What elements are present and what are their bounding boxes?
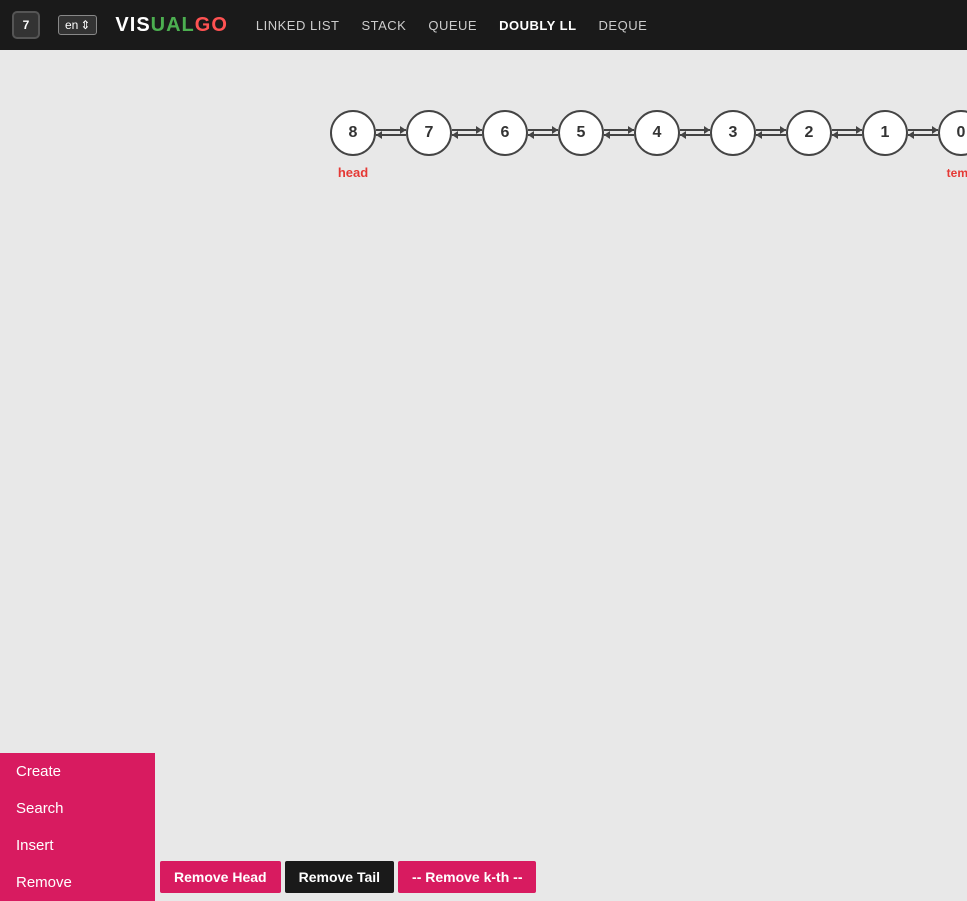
list-node-1: 1	[862, 110, 908, 156]
logo-go: GO	[195, 14, 228, 36]
list-node-0: 0temp/oldtail	[938, 110, 967, 156]
arrow-left-icon	[908, 134, 938, 136]
list-node-4: 4	[634, 110, 680, 156]
list-node-2: 2	[786, 110, 832, 156]
node-circle-1: 1	[862, 110, 908, 156]
node-circle-2: 2	[786, 110, 832, 156]
lang-arrow-icon: ⇕	[80, 18, 90, 32]
arrow-4	[680, 129, 710, 136]
arrow-7	[908, 129, 938, 136]
nav-deque[interactable]: DEQUE	[599, 18, 648, 33]
arrow-1	[452, 129, 482, 136]
badge-icon: 7	[12, 11, 40, 39]
list-node-5: 5	[558, 110, 604, 156]
remove-head-button[interactable]: Remove Head	[160, 861, 281, 893]
arrow-0	[376, 129, 406, 136]
node-circle-6: 6	[482, 110, 528, 156]
remove-tail-button[interactable]: Remove Tail	[285, 861, 394, 893]
arrow-5	[756, 129, 786, 136]
node-label-8: temp/oldtail	[947, 166, 967, 180]
node-circle-7: 7	[406, 110, 452, 156]
node-circle-3: 3	[710, 110, 756, 156]
badge-label: 7	[23, 18, 30, 32]
language-selector[interactable]: en ⇕	[58, 15, 97, 35]
nav-doubly-ll[interactable]: DOUBLY LL	[499, 18, 576, 33]
node-label-0: head	[338, 165, 368, 180]
node-circle-8: 8	[330, 110, 376, 156]
list-node-8: 8head	[330, 110, 376, 156]
list-node-7: 7	[406, 110, 452, 156]
sidebar-item-remove[interactable]: Remove	[0, 864, 155, 901]
sidebar-item-insert[interactable]: Insert	[0, 827, 155, 864]
arrow-2	[528, 129, 558, 136]
main-nav: LINKED LIST STACK QUEUE DOUBLY LL DEQUE	[256, 18, 647, 33]
site-logo: VISUALGO	[115, 14, 227, 37]
arrow-left-icon	[832, 134, 862, 136]
node-circle-5: 5	[558, 110, 604, 156]
action-buttons-group: Remove Head Remove Tail -- Remove k-th -…	[160, 861, 536, 893]
navbar: 7 en ⇕ VISUALGO LINKED LIST STACK QUEUE …	[0, 0, 967, 50]
arrow-left-icon	[452, 134, 482, 136]
list-node-3: 3	[710, 110, 756, 156]
logo-ual: UAL	[151, 14, 195, 36]
nav-stack[interactable]: STACK	[361, 18, 406, 33]
lang-label: en	[65, 18, 78, 32]
nav-queue[interactable]: QUEUE	[428, 18, 477, 33]
arrow-left-icon	[680, 134, 710, 136]
sidebar-item-search[interactable]: Search	[0, 790, 155, 827]
linked-list-visualization: 8head 7654321 0temp/oldtail	[330, 110, 967, 156]
nav-linked-list[interactable]: LINKED LIST	[256, 18, 340, 33]
sidebar-item-create[interactable]: Create	[0, 753, 155, 790]
arrow-6	[832, 129, 862, 136]
arrow-left-icon	[528, 134, 558, 136]
node-circle-0: 0	[938, 110, 967, 156]
arrow-left-icon	[376, 134, 406, 136]
arrow-left-icon	[604, 134, 634, 136]
logo-vis: VIS	[115, 14, 150, 36]
list-node-6: 6	[482, 110, 528, 156]
remove-kth-button[interactable]: -- Remove k-th --	[398, 861, 536, 893]
sidebar-panel: Create Search Insert Remove	[0, 753, 155, 901]
visualization-canvas: 8head76543210temp/oldtail	[0, 50, 967, 801]
arrow-3	[604, 129, 634, 136]
bottom-toolbar: Create Search Insert Remove Remove Head …	[0, 801, 967, 901]
node-circle-4: 4	[634, 110, 680, 156]
arrow-left-icon	[756, 134, 786, 136]
